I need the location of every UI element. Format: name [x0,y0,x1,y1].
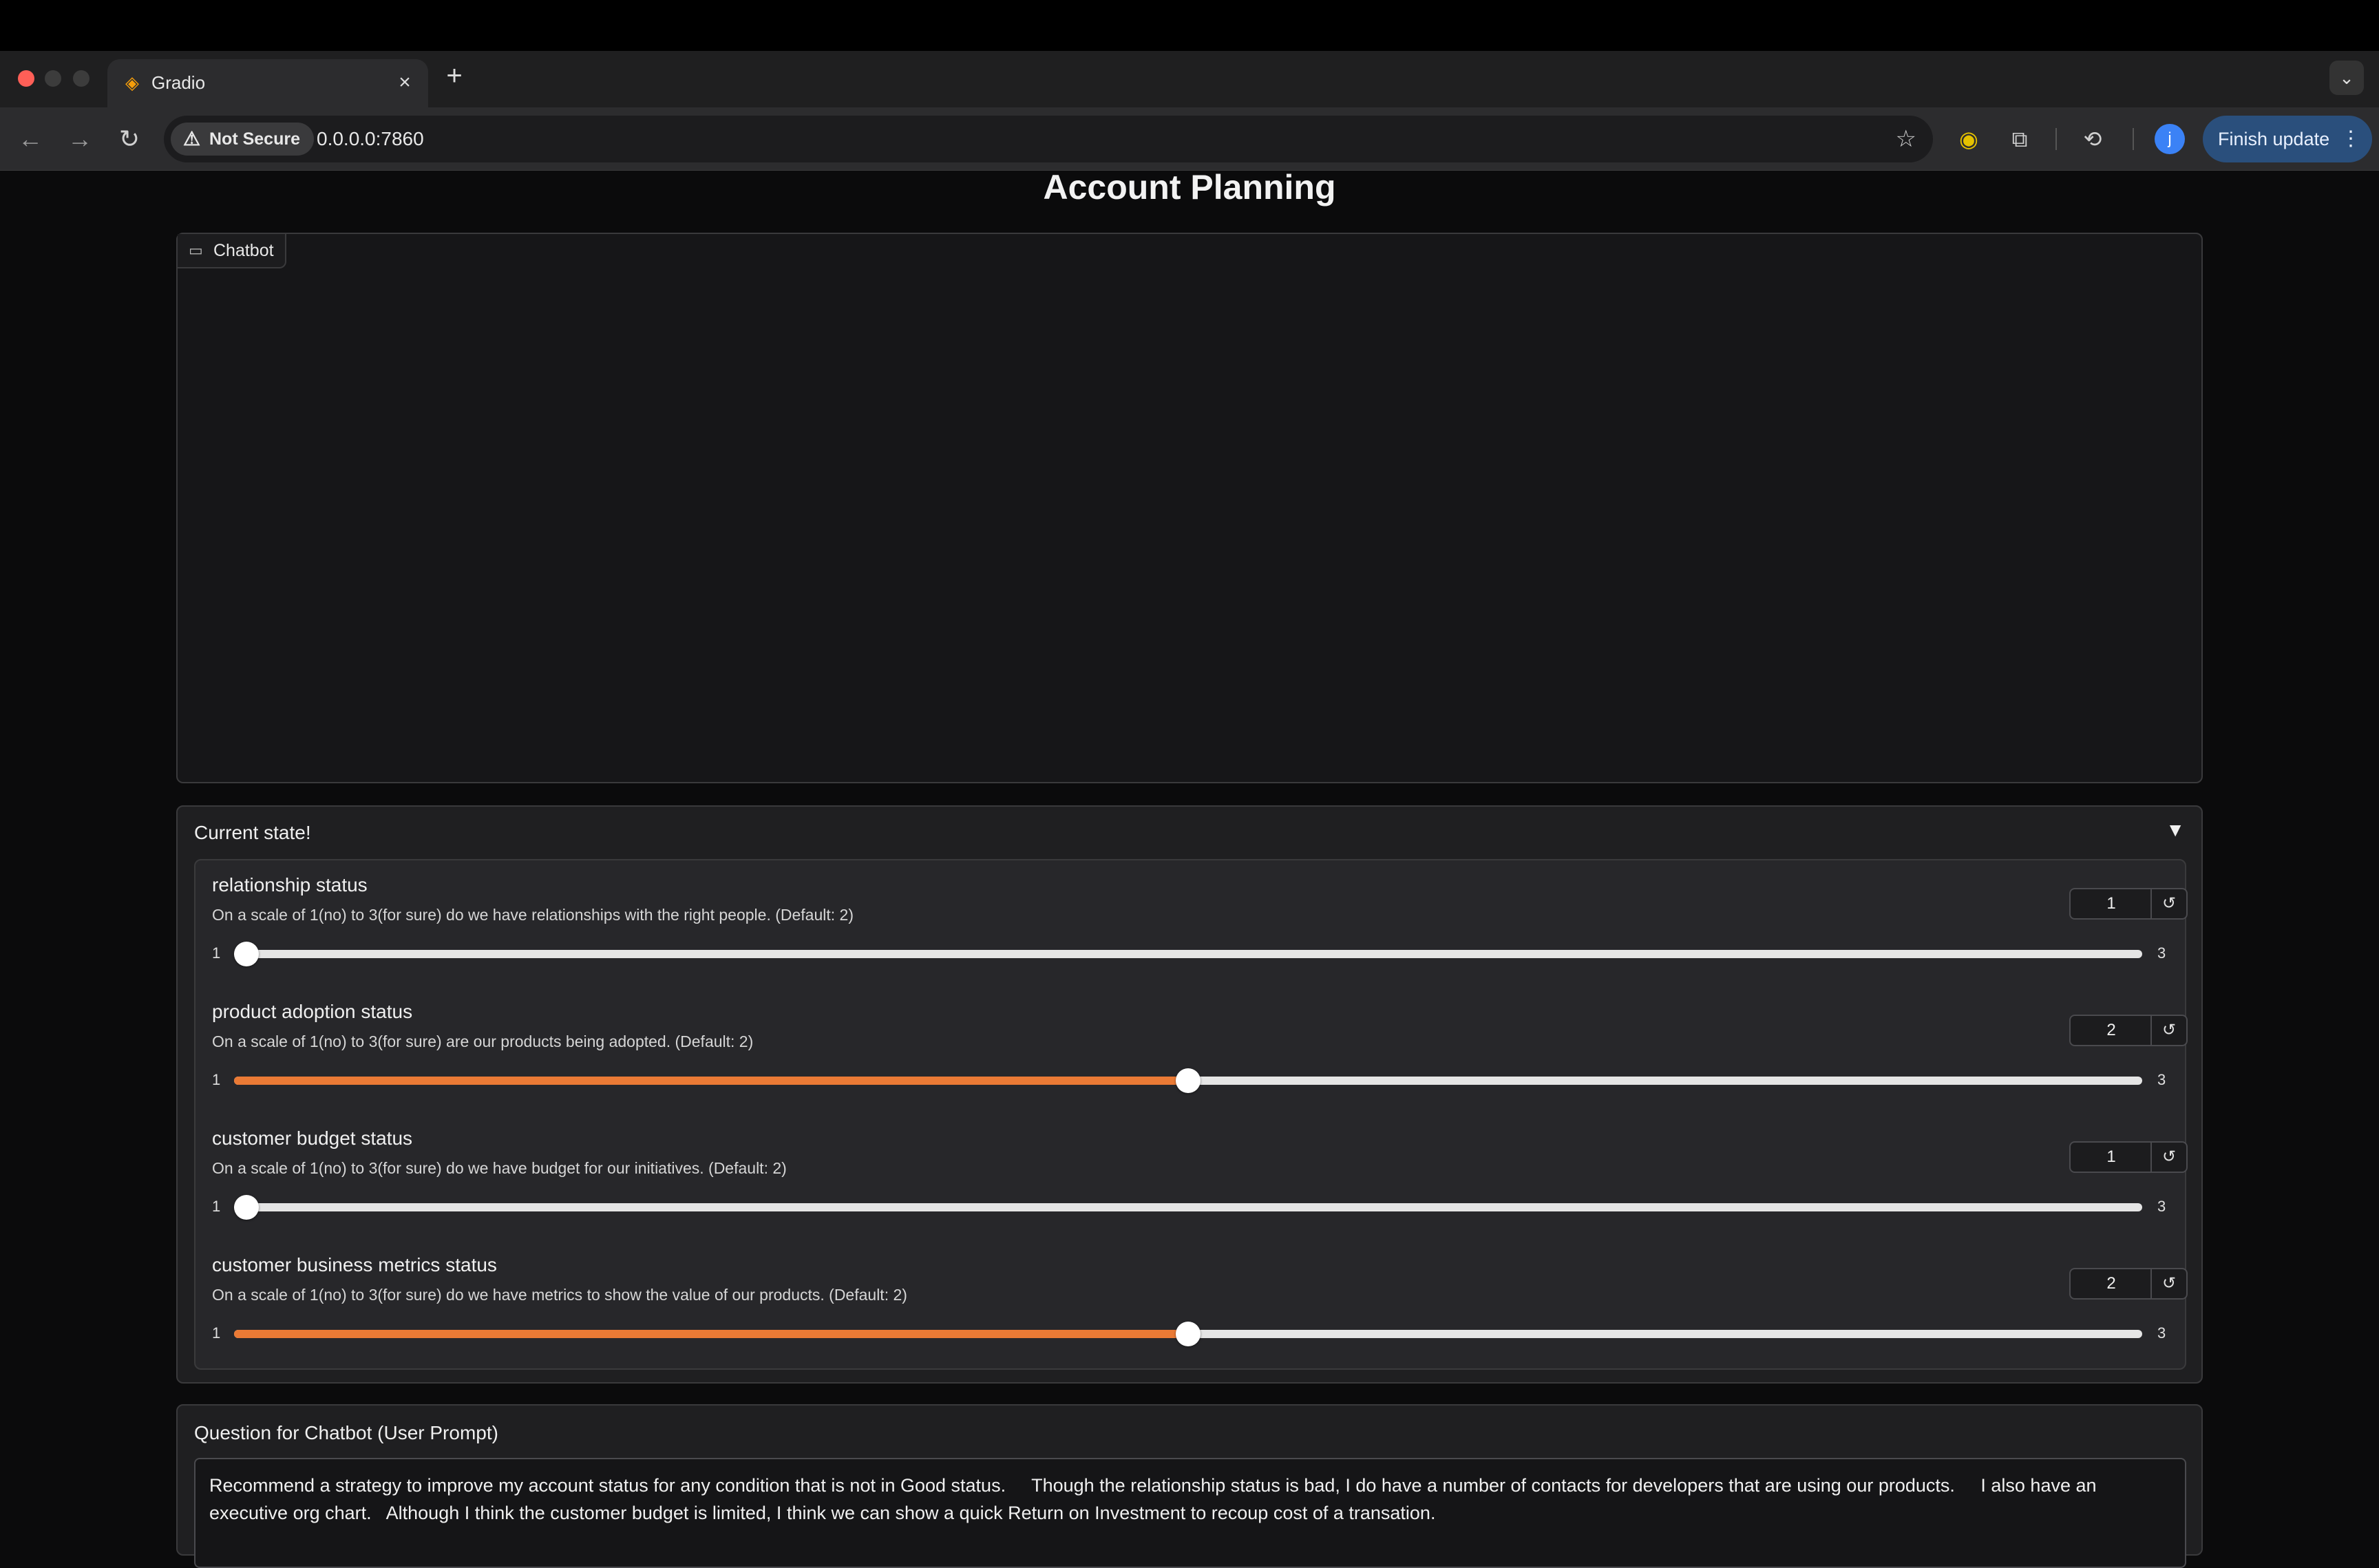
slider-label: customer business metrics status [212,1254,497,1275]
slider-product-adoption-status: product adoption status On a scale of 1(… [195,987,2188,1114]
slider-max: 3 [2157,1198,2166,1215]
browser-tab[interactable]: ◈ Gradio × [107,59,428,107]
slider-fill [234,1330,1188,1338]
slider-label: product adoption status [212,1001,413,1022]
slider-handle[interactable] [234,942,259,966]
address-bar[interactable]: ⚠ Not Secure 0.0.0.0:7860 ☆ [164,116,1933,162]
new-tab-icon[interactable]: + [441,62,468,89]
reset-icon[interactable]: ↺ [2150,1016,2186,1045]
accordion-toggle-icon[interactable]: ▼ [2166,819,2185,841]
slider-customer-business-metrics-status: customer business metrics status On a sc… [195,1240,2188,1367]
prompt-textarea[interactable]: Recommend a strategy to improve my accou… [194,1458,2186,1568]
chatbot-label: ▭ Chatbot [178,234,286,268]
menu-bar [0,0,2379,51]
toolbar-divider [2133,128,2134,150]
reset-icon[interactable]: ↺ [2150,1143,2186,1172]
arrow-left-icon[interactable]: ← [14,123,47,156]
reset-icon[interactable]: ↺ [2150,1269,2186,1298]
slider-info: On a scale of 1(no) to 3(for sure) do we… [212,906,854,924]
slider-value[interactable]: 1 [2071,1143,2152,1172]
accordion-title[interactable]: Current state! [194,822,311,844]
slider-handle[interactable] [1176,1322,1201,1346]
tab-search-chevron-icon[interactable]: ⌄ [2329,61,2364,95]
extension-badge-icon[interactable]: ◉ [1952,123,1985,156]
slider-handle[interactable] [234,1195,259,1220]
page-title: Account Planning [1043,168,1336,206]
toolbar-divider [2055,128,2057,150]
finish-update-button[interactable]: Finish update ⋮ [2203,116,2372,162]
slider-max: 3 [2157,1071,2166,1088]
prompt-label: Question for Chatbot (User Prompt) [194,1422,498,1443]
slider-info: On a scale of 1(no) to 3(for sure) do we… [212,1286,907,1304]
minimize-window-button[interactable] [45,70,61,87]
slider-track[interactable] [234,1195,2142,1220]
slider-min: 1 [212,944,221,962]
slider-min: 1 [212,1071,221,1088]
slider-info: On a scale of 1(no) to 3(for sure) do we… [212,1159,787,1177]
current-state-accordion: Current state! ▼ relationship status On … [176,805,2203,1384]
browser-toolbar: ← → ↻ ⚠ Not Secure 0.0.0.0:7860 ☆ ◉ ⧉ ⟲ … [0,107,2379,171]
slider-track[interactable] [234,1322,2142,1346]
reset-icon[interactable]: ↺ [2150,889,2186,918]
finish-update-label: Finish update [2218,129,2330,149]
history-icon[interactable]: ⟲ [2076,123,2109,156]
user-prompt-panel: Question for Chatbot (User Prompt) Recom… [176,1404,2203,1568]
star-icon[interactable]: ☆ [1896,116,1916,162]
arrow-right-icon[interactable]: → [63,123,96,156]
tab-title: Gradio [151,72,206,93]
security-chip[interactable]: ⚠ Not Secure [171,123,314,156]
slider-number-input[interactable]: 1 ↺ [2069,888,2188,920]
slider-min: 1 [212,1324,221,1342]
chatbot-label-text: Chatbot [213,241,274,260]
chatbot-panel: ▭ Chatbot [176,233,2203,783]
sliders-group: relationship status On a scale of 1(no) … [194,859,2188,1370]
slider-number-input[interactable]: 2 ↺ [2069,1268,2188,1300]
slider-track[interactable] [234,1068,2142,1093]
reload-icon[interactable]: ↻ [113,123,146,156]
warning-icon: ⚠ [183,128,201,149]
slider-relationship-status: relationship status On a scale of 1(no) … [195,860,2188,987]
slider-info: On a scale of 1(no) to 3(for sure) are o… [212,1032,754,1050]
slider-fill [234,1077,1188,1085]
slider-value[interactable]: 2 [2071,1016,2152,1045]
gradio-logo-icon: ◈ [125,72,139,93]
slider-customer-budget-status: customer budget status On a scale of 1(n… [195,1114,2188,1240]
slider-handle[interactable] [1176,1068,1201,1093]
close-tab-icon[interactable]: × [391,69,419,96]
slider-label: relationship status [212,874,368,896]
slider-min: 1 [212,1198,221,1215]
maximize-window-button[interactable] [73,70,89,87]
avatar[interactable]: j [2155,124,2185,154]
slider-value[interactable]: 1 [2071,889,2152,918]
close-window-button[interactable] [18,70,34,87]
slider-value[interactable]: 2 [2071,1269,2152,1298]
slider-track[interactable] [234,942,2142,966]
chat-icon: ▭ [189,242,203,259]
security-label: Not Secure [209,129,300,149]
slider-max: 3 [2157,1324,2166,1342]
puzzle-icon[interactable]: ⧉ [2003,123,2036,156]
url-text[interactable]: 0.0.0.0:7860 [317,116,424,162]
slider-label: customer budget status [212,1127,413,1149]
slider-number-input[interactable]: 2 ↺ [2069,1015,2188,1046]
slider-number-input[interactable]: 1 ↺ [2069,1141,2188,1173]
more-vert-icon[interactable]: ⋮ [2340,116,2361,162]
slider-max: 3 [2157,944,2166,962]
